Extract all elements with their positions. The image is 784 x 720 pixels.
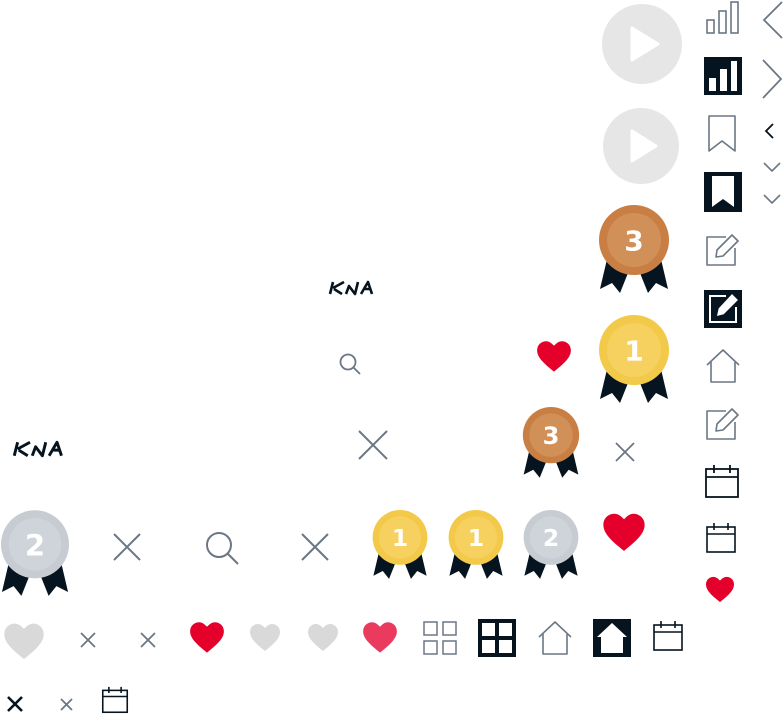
close-icon[interactable] bbox=[300, 532, 330, 562]
home-outline-icon[interactable] bbox=[536, 620, 574, 656]
close-icon[interactable] bbox=[357, 429, 389, 461]
chevron-right-icon[interactable] bbox=[760, 58, 784, 100]
play-button-icon[interactable] bbox=[602, 108, 680, 184]
heart-filled-icon[interactable] bbox=[536, 340, 572, 374]
home-outline-icon[interactable] bbox=[704, 348, 742, 384]
medal-silver-icon: 2 bbox=[0, 510, 70, 596]
chevron-down-icon[interactable] bbox=[762, 160, 782, 174]
grid-outline-icon[interactable] bbox=[422, 620, 458, 656]
medal-silver-icon: 2 bbox=[523, 510, 579, 579]
medal-rank: 1 bbox=[392, 524, 408, 552]
close-icon[interactable] bbox=[59, 697, 74, 712]
medal-rank: 1 bbox=[624, 335, 643, 368]
medal-bronze-icon: 3 bbox=[522, 407, 580, 478]
medal-rank: 3 bbox=[543, 422, 560, 450]
kia-logo bbox=[12, 440, 63, 458]
chevron-left-icon[interactable] bbox=[760, 0, 784, 40]
calendar-icon[interactable] bbox=[652, 620, 684, 652]
medal-bronze-icon: 3 bbox=[599, 205, 669, 293]
close-icon[interactable] bbox=[79, 631, 97, 649]
heart-filled-icon[interactable] bbox=[705, 576, 735, 604]
calendar-icon[interactable] bbox=[101, 686, 129, 714]
home-filled-icon[interactable] bbox=[593, 619, 631, 657]
medal-rank: 2 bbox=[25, 528, 45, 562]
bookmark-outline-icon[interactable] bbox=[706, 114, 738, 154]
grid-filled-icon[interactable] bbox=[478, 619, 516, 657]
edit-outline-icon[interactable] bbox=[704, 232, 742, 268]
search-icon[interactable] bbox=[338, 352, 362, 376]
medal-gold-icon: 1 bbox=[372, 510, 428, 579]
chart-filled-icon bbox=[704, 57, 742, 95]
bookmark-filled-icon[interactable] bbox=[704, 172, 742, 212]
search-icon[interactable] bbox=[204, 530, 240, 566]
edit-outline-icon[interactable] bbox=[704, 406, 742, 442]
heart-gray-icon[interactable] bbox=[248, 623, 282, 653]
medal-gold-icon: 1 bbox=[599, 315, 669, 403]
heart-filled-icon[interactable] bbox=[189, 621, 225, 655]
close-icon[interactable] bbox=[139, 631, 157, 649]
close-icon[interactable] bbox=[112, 532, 142, 562]
chart-outline-icon bbox=[706, 1, 739, 34]
heart-outline-gray-icon[interactable] bbox=[3, 622, 45, 662]
close-icon[interactable] bbox=[614, 441, 636, 463]
medal-rank: 3 bbox=[624, 225, 643, 258]
medal-gold-icon: 1 bbox=[448, 510, 504, 579]
calendar-icon[interactable] bbox=[705, 522, 737, 554]
chevron-down-icon[interactable] bbox=[762, 192, 782, 206]
calendar-icon[interactable] bbox=[704, 464, 740, 500]
heart-pink-icon[interactable] bbox=[362, 621, 398, 655]
chevron-left-small-icon[interactable] bbox=[762, 122, 776, 140]
play-button-icon[interactable] bbox=[601, 4, 683, 84]
edit-filled-icon[interactable] bbox=[704, 290, 742, 328]
medal-rank: 2 bbox=[543, 524, 559, 552]
medal-rank: 1 bbox=[468, 524, 484, 552]
heart-gray-icon[interactable] bbox=[306, 623, 340, 653]
heart-filled-icon[interactable] bbox=[602, 512, 646, 554]
close-icon[interactable] bbox=[6, 695, 24, 713]
kia-logo bbox=[328, 280, 374, 296]
